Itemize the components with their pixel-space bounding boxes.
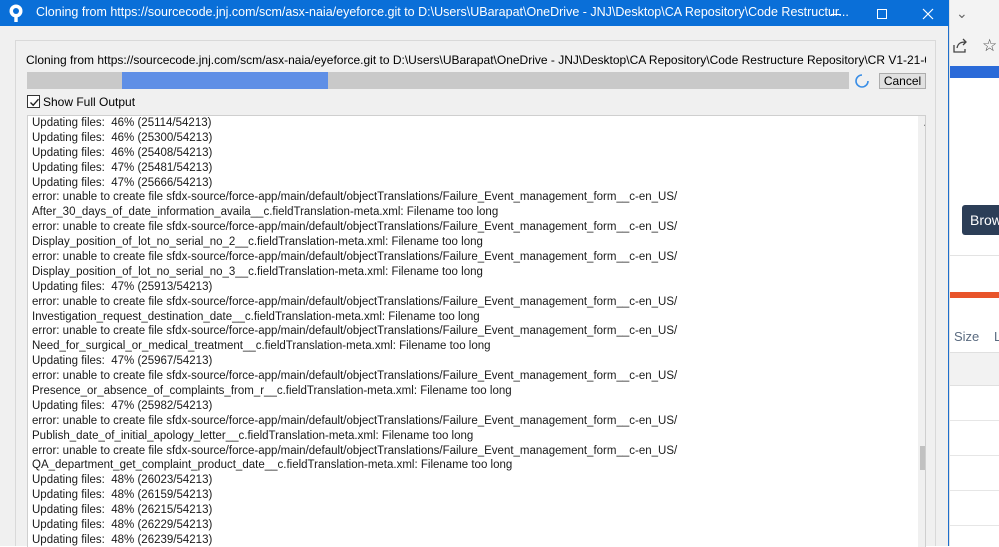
output-log-line: error: unable to create file sfdx-source… bbox=[32, 221, 678, 234]
output-log-line: Display_position_of_lot_no_serial_no_2__… bbox=[32, 236, 483, 249]
output-log-line: error: unable to create file sfdx-source… bbox=[32, 325, 678, 338]
output-log-line: Updating files: 48% (26229/54213) bbox=[32, 519, 213, 532]
output-log-line: Display_position_of_lot_no_serial_no_3__… bbox=[32, 265, 483, 278]
output-log-line: Need_for_surgical_or_medical_treatment__… bbox=[32, 340, 491, 353]
output-log-line: error: unable to create file sfdx-source… bbox=[32, 191, 678, 204]
cancel-button[interactable]: Cancel bbox=[879, 73, 926, 89]
output-log-line: error: unable to create file sfdx-source… bbox=[32, 370, 678, 383]
output-log-line: After_30_days_of_date_information_availa… bbox=[32, 206, 499, 219]
loading-spinner-icon bbox=[855, 74, 869, 88]
output-log-line: error: unable to create file sfdx-source… bbox=[32, 414, 678, 427]
show-full-output-checkbox[interactable] bbox=[27, 95, 40, 108]
divider bbox=[950, 255, 999, 256]
share-icon[interactable] bbox=[952, 38, 968, 54]
output-log-lines: Updating files: 46% (25114/54213) Updatin… bbox=[32, 116, 902, 547]
table-row bbox=[950, 455, 999, 456]
scroll-up-arrow-icon[interactable]: ▲ bbox=[921, 118, 925, 130]
close-icon bbox=[922, 8, 934, 20]
output-log-line: Updating files: 48% (26159/54213) bbox=[32, 489, 213, 502]
output-log-line: Presence_or_absence_of_complaints_from_r… bbox=[32, 385, 512, 398]
clone-status-text: Cloning from https://sourcecode.jnj.com/… bbox=[26, 53, 926, 67]
output-log-line: error: unable to create file sfdx-source… bbox=[32, 295, 678, 308]
maximize-icon bbox=[877, 9, 887, 20]
table-row bbox=[950, 525, 999, 526]
title-bar[interactable]: Cloning from https://sourcecode.jnj.com/… bbox=[0, 0, 949, 26]
output-log-line: error: unable to create file sfdx-source… bbox=[32, 444, 678, 457]
checkmark-icon bbox=[30, 98, 40, 107]
orange-accent-bar bbox=[950, 292, 999, 298]
minimize-icon bbox=[831, 13, 841, 15]
output-log-line: Updating files: 46% (25300/54213) bbox=[32, 131, 213, 144]
output-log-line: Updating files: 46% (25114/54213) bbox=[32, 117, 212, 129]
output-log-line: Updating files: 48% (26023/54213) bbox=[32, 474, 213, 487]
size-column-header[interactable]: Size bbox=[954, 329, 979, 344]
browse-button[interactable]: Brow bbox=[962, 205, 999, 235]
output-log-line: Updating files: 47% (25982/54213) bbox=[32, 399, 213, 412]
output-log-line: Updating files: 48% (26239/54213) bbox=[32, 533, 213, 546]
table-row bbox=[950, 420, 999, 421]
scrollbar-thumb[interactable] bbox=[920, 446, 925, 470]
sourcetree-app-icon bbox=[9, 4, 23, 22]
minimize-button[interactable] bbox=[813, 0, 859, 26]
background-app-tabbar: ⌄ bbox=[950, 0, 999, 28]
progress-bar-fill bbox=[122, 72, 328, 89]
output-log-line: Updating files: 47% (25481/54213) bbox=[32, 161, 213, 174]
close-button[interactable] bbox=[905, 0, 951, 26]
output-log-line: Investigation_request_destination_date__… bbox=[32, 310, 480, 323]
output-scrollbar[interactable]: ▲ bbox=[918, 116, 925, 547]
output-log-line: Updating files: 47% (25666/54213) bbox=[32, 176, 213, 189]
table-row bbox=[950, 490, 999, 491]
next-column-header[interactable]: L bbox=[994, 329, 999, 344]
background-app-accent-strip bbox=[950, 66, 999, 78]
output-log[interactable]: Updating files: 46% (25114/54213) Updatin… bbox=[27, 115, 926, 547]
chevron-down-icon[interactable]: ⌄ bbox=[956, 5, 968, 22]
show-full-output-label: Show Full Output bbox=[43, 95, 136, 109]
background-app-toolbar: ☆ bbox=[950, 28, 999, 68]
output-log-line: Updating files: 47% (25967/54213) bbox=[32, 355, 213, 368]
clone-progress-panel: Cloning from https://sourcecode.jnj.com/… bbox=[15, 40, 936, 547]
maximize-button[interactable] bbox=[859, 0, 905, 26]
output-log-line: QA_department_get_complaint_product_date… bbox=[32, 459, 513, 472]
favorite-star-icon[interactable]: ☆ bbox=[982, 36, 997, 56]
background-app: ⌄ ☆ Brow Size L bbox=[949, 0, 999, 546]
window-title: Cloning from https://sourcecode.jnj.com/… bbox=[36, 5, 849, 19]
output-log-line: Updating files: 46% (25408/54213) bbox=[32, 146, 213, 159]
output-log-line: Updating files: 48% (26215/54213) bbox=[32, 504, 213, 517]
output-log-line: Updating files: 47% (25913/54213) bbox=[32, 280, 213, 293]
output-log-line: Publish_date_of_initial_apology_letter__… bbox=[32, 429, 474, 442]
output-log-line: error: unable to create file sfdx-source… bbox=[32, 251, 678, 264]
progress-bar bbox=[27, 72, 849, 89]
clone-dialog: Cloning from https://sourcecode.jnj.com/… bbox=[0, 0, 949, 547]
table-header-row bbox=[950, 352, 999, 386]
